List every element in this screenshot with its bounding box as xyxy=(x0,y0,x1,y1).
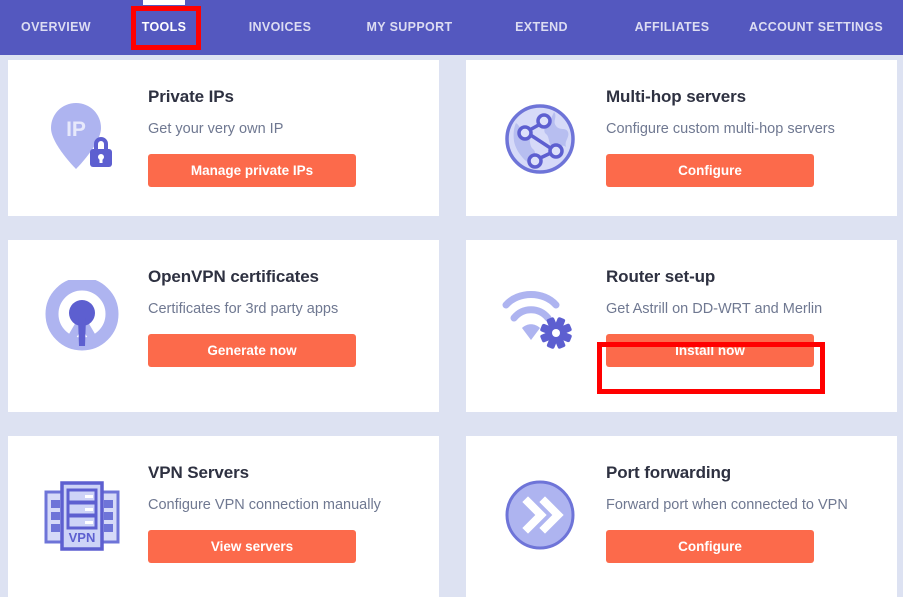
card-title: VPN Servers xyxy=(148,463,249,482)
nav-item-label: ACCOUNT SETTINGS xyxy=(748,20,884,34)
nav-item-tools[interactable]: TOOLS xyxy=(112,0,216,55)
card-body: Port forwarding Forward port when connec… xyxy=(600,457,883,563)
nav-item-account-settings[interactable]: ACCOUNT SETTINGS xyxy=(736,0,896,55)
nav-item-affiliates[interactable]: AFFILIATES xyxy=(608,0,736,55)
card-title: OpenVPN certificates xyxy=(148,267,319,286)
active-tab-indicator xyxy=(143,0,185,5)
card-subtitle: Get your very own IP xyxy=(148,121,284,137)
nav-item-label: AFFILIATES xyxy=(634,20,710,34)
card-title: Multi-hop servers xyxy=(606,87,746,106)
nav-item-label: INVOICES xyxy=(248,20,312,34)
manage-private-ips-button[interactable]: Manage private IPs xyxy=(148,154,356,187)
card-openvpn-certificates[interactable]: OpenVPN certificates Certificates for 3r… xyxy=(8,240,439,412)
card-title: Router set-up xyxy=(606,267,716,286)
tools-card-grid: IP Private IPs Get your very own IP Mana… xyxy=(0,55,903,597)
nav-item-label: OVERVIEW xyxy=(21,20,91,34)
wifi-gear-icon xyxy=(480,261,600,373)
map-pin-lock-icon: IP xyxy=(22,81,142,193)
install-now-button[interactable]: Install now xyxy=(606,334,814,367)
card-body: VPN Servers Configure VPN connection man… xyxy=(142,457,425,563)
top-navigation: OVERVIEW TOOLS INVOICES MY SUPPORT EXTEN… xyxy=(0,0,903,55)
view-servers-button[interactable]: View servers xyxy=(148,530,356,563)
configure-multi-hop-button[interactable]: Configure xyxy=(606,154,814,187)
card-title: Port forwarding xyxy=(606,463,732,482)
double-chevron-circle-icon xyxy=(480,457,600,569)
nav-item-overview[interactable]: OVERVIEW xyxy=(0,0,112,55)
card-subtitle: Get Astrill on DD-WRT and Merlin xyxy=(606,301,823,317)
configure-port-forwarding-button[interactable]: Configure xyxy=(606,530,814,563)
server-stack-icon: VPN xyxy=(22,457,142,569)
card-port-forwarding[interactable]: Port forwarding Forward port when connec… xyxy=(466,436,897,597)
card-subtitle: Certificates for 3rd party apps xyxy=(148,301,339,317)
card-body: Multi-hop servers Configure custom multi… xyxy=(600,81,883,187)
card-body: Router set-up Get Astrill on DD-WRT and … xyxy=(597,261,883,394)
nav-item-label: MY SUPPORT xyxy=(366,20,453,34)
card-body: Private IPs Get your very own IP Manage … xyxy=(142,81,425,187)
nav-item-invoices[interactable]: INVOICES xyxy=(216,0,344,55)
nav-item-label: TOOLS xyxy=(141,20,187,34)
nav-item-extend[interactable]: EXTEND xyxy=(475,0,608,55)
openvpn-logo-icon xyxy=(22,261,142,373)
nav-item-my-support[interactable]: MY SUPPORT xyxy=(344,0,475,55)
card-subtitle: Configure custom multi-hop servers xyxy=(606,121,835,137)
server-stack-icon-label: VPN xyxy=(69,530,96,545)
card-subtitle: Forward port when connected to VPN xyxy=(606,497,848,513)
globe-network-icon xyxy=(480,81,600,193)
card-title: Private IPs xyxy=(148,87,234,106)
card-multi-hop-servers[interactable]: Multi-hop servers Configure custom multi… xyxy=(466,60,897,216)
generate-now-button[interactable]: Generate now xyxy=(148,334,356,367)
card-router-set-up[interactable]: Router set-up Get Astrill on DD-WRT and … xyxy=(466,240,897,412)
card-body: OpenVPN certificates Certificates for 3r… xyxy=(142,261,425,367)
map-pin-icon-label: IP xyxy=(66,118,86,141)
nav-item-label: EXTEND xyxy=(515,20,568,34)
card-vpn-servers[interactable]: VPN VPN Servers Configure VPN connection… xyxy=(8,436,439,597)
card-subtitle: Configure VPN connection manually xyxy=(148,497,381,513)
card-private-ips[interactable]: IP Private IPs Get your very own IP Mana… xyxy=(8,60,439,216)
